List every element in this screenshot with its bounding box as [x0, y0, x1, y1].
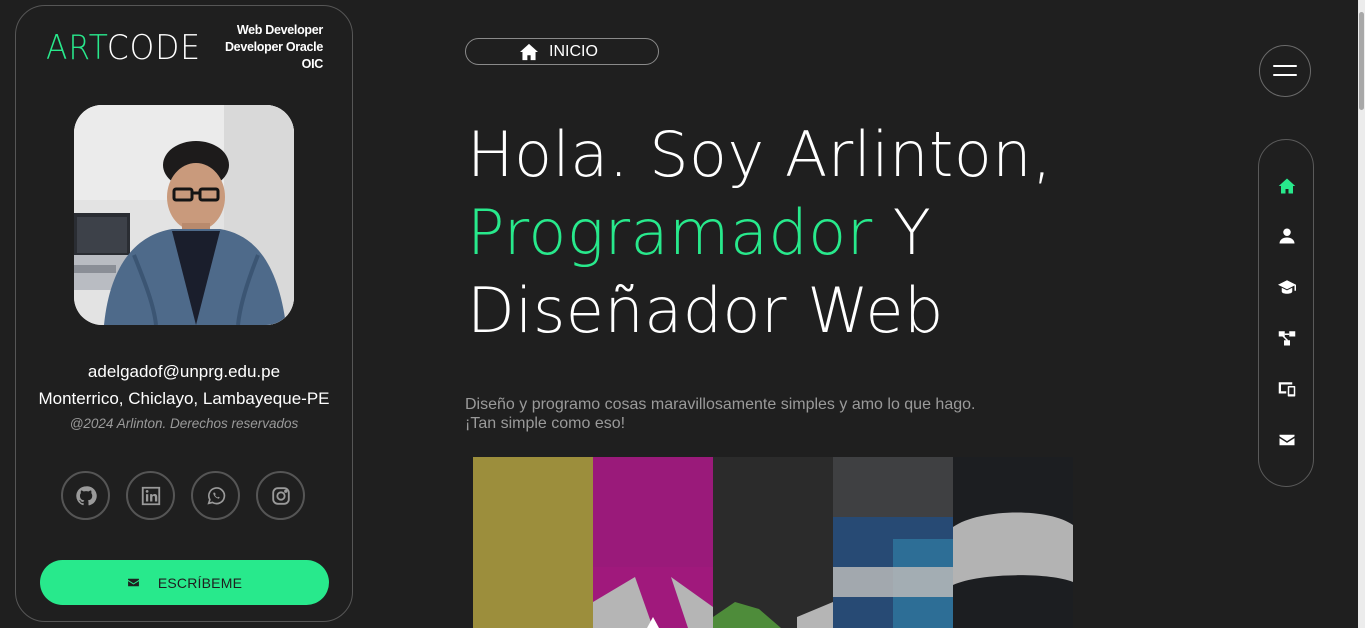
social-links: [61, 471, 305, 520]
intro-line-1: Diseño y programo cosas maravillosamente…: [465, 396, 976, 413]
tech-tile-5: [953, 457, 1073, 628]
github-button[interactable]: [61, 471, 110, 520]
window-scrollbar[interactable]: [1358, 0, 1365, 628]
intro-text: Diseño y programo cosas maravillosamente…: [465, 395, 1065, 433]
instagram-button[interactable]: [256, 471, 305, 520]
role-developer-oracle: Developer Oracle: [224, 40, 323, 54]
graduation-cap-icon: [1278, 280, 1296, 294]
envelope-icon: [1279, 434, 1295, 446]
instagram-icon: [271, 486, 290, 505]
nav-education[interactable]: [1277, 277, 1297, 297]
whatsapp-button[interactable]: [191, 471, 240, 520]
write-me-button[interactable]: ESCRÍBEME: [40, 560, 329, 605]
roles: Web Developer Developer Oracle OIC: [225, 22, 323, 73]
write-me-label: ESCRÍBEME: [157, 574, 243, 591]
hero-line-3: Diseñador Web: [467, 274, 944, 347]
logo-code: CODE: [106, 28, 201, 68]
profile-photo: [74, 105, 294, 325]
linkedin-button[interactable]: [126, 471, 175, 520]
profile-card: ARTCODE Web Developer Developer Oracle O…: [15, 5, 353, 622]
linkedin-icon: [141, 486, 160, 505]
nav-skills[interactable]: [1277, 328, 1297, 348]
github-icon: [75, 485, 97, 505]
tech-tile-3: [713, 457, 833, 628]
home-icon: [520, 43, 538, 60]
logo-art: ART: [46, 28, 107, 68]
copyright-text: @2024 Arlinton. Derechos reservados: [69, 416, 299, 431]
user-icon: [1279, 228, 1295, 244]
hero-line-2: Programador Y: [467, 194, 1052, 272]
role-web-developer: Web Developer: [236, 23, 323, 37]
home-icon: [1278, 178, 1296, 194]
nav-contact[interactable]: [1277, 430, 1297, 450]
hamburger-menu-button[interactable]: [1259, 45, 1311, 97]
side-navigation: [1258, 139, 1314, 487]
tech-tile-1: [473, 457, 593, 628]
whatsapp-icon: [206, 486, 225, 504]
nav-about[interactable]: [1277, 226, 1297, 246]
hamburger-icon: [1273, 65, 1297, 76]
section-badge-inicio: INICIO: [465, 38, 659, 65]
logo[interactable]: ARTCODE: [46, 28, 201, 68]
profile-location: Monterrico, Chiclayo, Lambayeque-PE: [38, 389, 330, 408]
envelope-icon: [127, 578, 139, 587]
intro-line-2: ¡Tan simple como eso!: [465, 415, 626, 432]
nav-home[interactable]: [1277, 176, 1297, 196]
hero-line-2-rest: Y: [872, 196, 932, 269]
role-oic: OIC: [301, 57, 324, 71]
tech-logo-strip: [473, 457, 1073, 628]
hero-line-1: Hola. Soy Arlinton,: [467, 118, 1053, 191]
section-badge-label: INICIO: [549, 42, 598, 60]
network-icon: [1278, 331, 1296, 346]
devices-icon: [1278, 382, 1296, 397]
tech-tile-2: [593, 457, 713, 628]
hero-heading: Hola. Soy Arlinton, Programador Y Diseña…: [467, 116, 1052, 350]
nav-portfolio[interactable]: [1277, 379, 1297, 399]
tech-tile-4: [833, 457, 953, 628]
hero-highlight: Programador: [467, 196, 873, 269]
profile-email[interactable]: adelgadof@unprg.edu.pe: [16, 362, 352, 382]
